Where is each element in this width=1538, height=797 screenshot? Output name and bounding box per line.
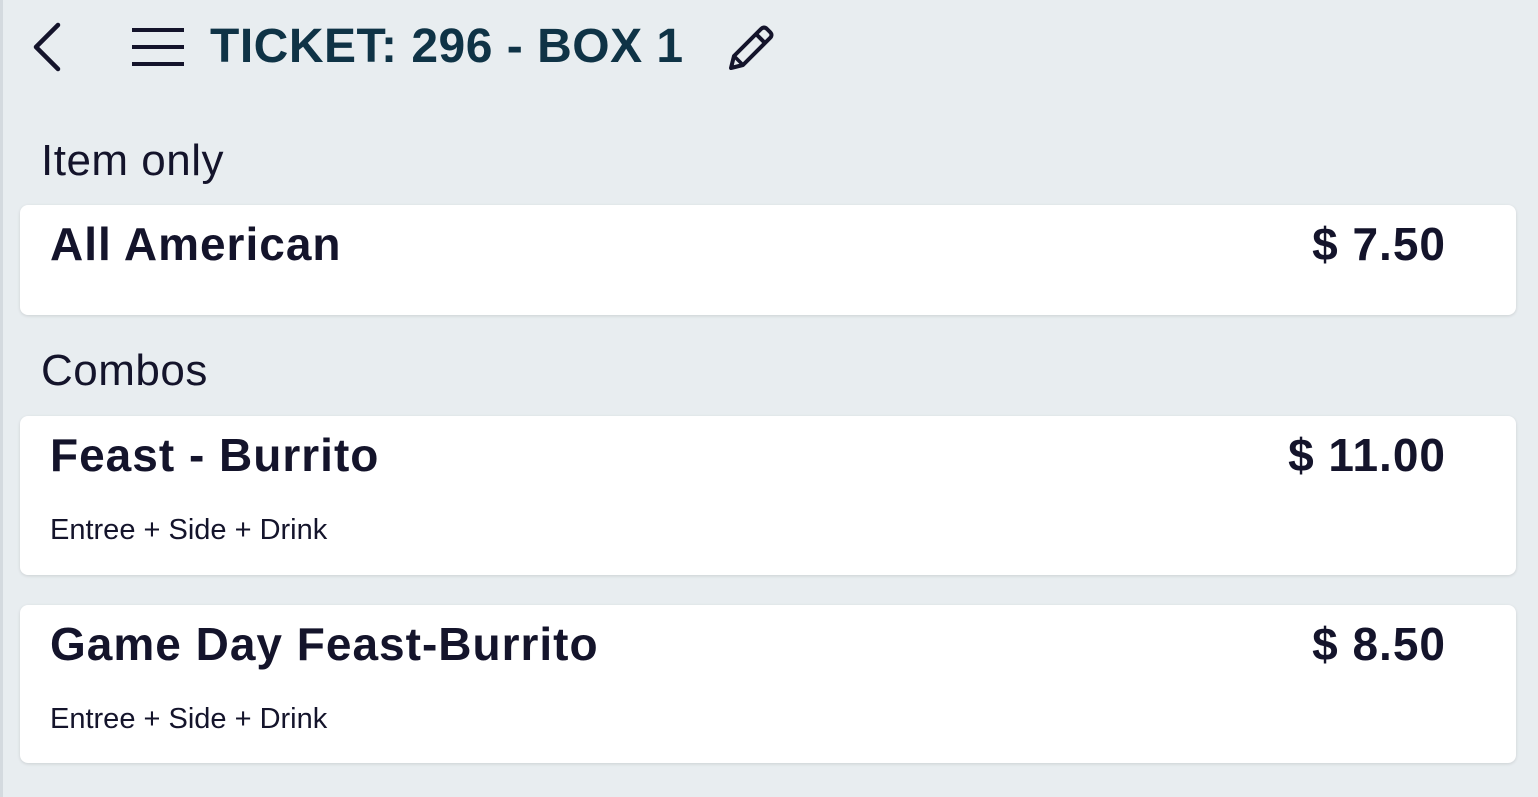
menu-button[interactable] [124, 20, 192, 74]
menu-item-description: Entree + Side + Drink [50, 703, 328, 735]
menu-item-card-all-american[interactable]: All American $ 7.50 [20, 205, 1516, 315]
menu-item-price: $ 11.00 [1288, 429, 1446, 481]
menu-item-name: Feast - Burrito [50, 429, 380, 481]
hamburger-menu-icon [132, 28, 184, 66]
menu-item-price: $ 7.50 [1312, 218, 1446, 270]
ticket-title: TICKET: 296 - BOX 1 [210, 20, 684, 73]
section-title-combos: Combos [41, 346, 208, 395]
menu-item-description: Entree + Side + Drink [50, 514, 328, 546]
edit-ticket-button[interactable] [720, 20, 780, 78]
menu-item-name: Game Day Feast-Burrito [50, 618, 599, 670]
section-title-item-only: Item only [41, 136, 225, 185]
menu-item-name: All American [50, 218, 342, 270]
back-button[interactable] [22, 18, 72, 76]
menu-item-card-feast-burrito[interactable]: Feast - Burrito $ 11.00 Entree + Side + … [20, 416, 1516, 575]
pencil-icon [729, 25, 774, 70]
left-edge-divider [0, 0, 3, 797]
menu-item-price: $ 8.50 [1312, 618, 1446, 670]
menu-item-card-game-day-feast-burrito[interactable]: Game Day Feast-Burrito $ 8.50 Entree + S… [20, 605, 1516, 763]
app-header: TICKET: 296 - BOX 1 [0, 0, 1538, 100]
chevron-left-icon [33, 22, 61, 72]
